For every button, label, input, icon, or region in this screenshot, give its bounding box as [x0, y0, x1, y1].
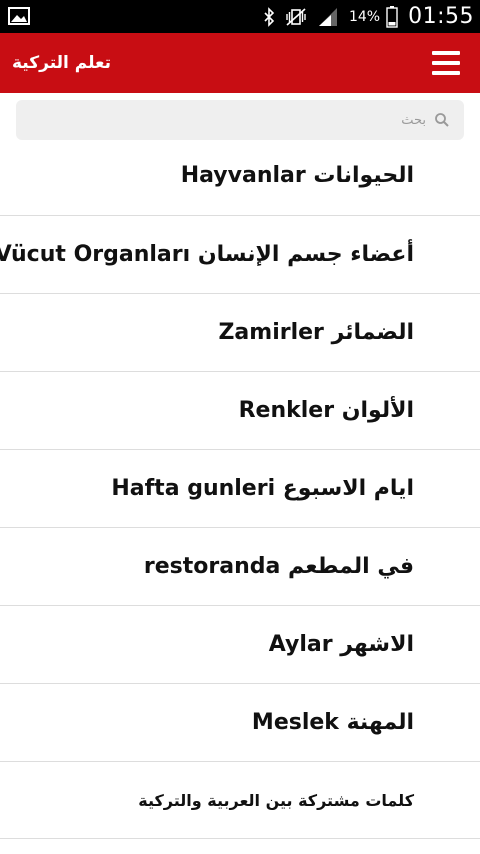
- signal-icon: [318, 7, 337, 26]
- list-item-zamirler[interactable]: Zamirler الضمائر: [0, 293, 480, 371]
- search-box[interactable]: [16, 100, 464, 140]
- list-item-label: كلمات مشتركة بين العربية والتركية: [138, 790, 414, 810]
- list-item-label: Vücut Organları أعضاء جسم الإنسان: [0, 242, 414, 267]
- battery-icon: [386, 5, 398, 28]
- menu-line: [432, 61, 460, 65]
- list-item-aylar[interactable]: Aylar الاشهر: [0, 605, 480, 683]
- search-input[interactable]: [44, 111, 428, 129]
- list-item-vucut-organlari[interactable]: Vücut Organları أعضاء جسم الإنسان: [0, 215, 480, 293]
- menu-line: [432, 51, 460, 55]
- hamburger-menu-icon[interactable]: [432, 48, 462, 78]
- app-bar: تعلم التركية: [0, 33, 480, 93]
- menu-line: [432, 71, 460, 75]
- image-icon: [8, 7, 30, 25]
- list-item-label: Renkler الألوان: [238, 398, 414, 423]
- list-item-common-words[interactable]: كلمات مشتركة بين العربية والتركية: [0, 761, 480, 839]
- list-item-label: Hayvanlar الحيوانات: [180, 163, 414, 188]
- list-item-restoranda[interactable]: restoranda في المطعم: [0, 527, 480, 605]
- search-icon: [435, 113, 449, 127]
- list-item-label: restoranda في المطعم: [143, 554, 414, 579]
- app-title: تعلم التركية: [12, 53, 112, 73]
- search-bar: [0, 93, 480, 149]
- clock: 01:55: [408, 4, 474, 29]
- list-item-hafta-gunleri[interactable]: Hafta gunleri ايام الاسبوع: [0, 449, 480, 527]
- status-bar: 14% 01:55: [0, 0, 480, 33]
- vibrate-mute-icon: [286, 7, 306, 26]
- list-item-label: Aylar الاشهر: [268, 632, 414, 657]
- list-item-hayvanlar[interactable]: Hayvanlar الحيوانات: [0, 149, 480, 215]
- bluetooth-icon: [264, 6, 275, 27]
- list-item-meslek[interactable]: Meslek المهنة: [0, 683, 480, 761]
- list-item-label: Zamirler الضمائر: [218, 320, 414, 345]
- battery-percent: 14%: [348, 8, 381, 25]
- list-item-label: Hafta gunleri ايام الاسبوع: [111, 476, 414, 501]
- category-list: Hayvanlar الحيوانات Vücut Organları أعضا…: [0, 149, 480, 839]
- list-item-renkler[interactable]: Renkler الألوان: [0, 371, 480, 449]
- status-indicators: 14% 01:55: [263, 0, 474, 33]
- list-item-label: Meslek المهنة: [251, 710, 414, 735]
